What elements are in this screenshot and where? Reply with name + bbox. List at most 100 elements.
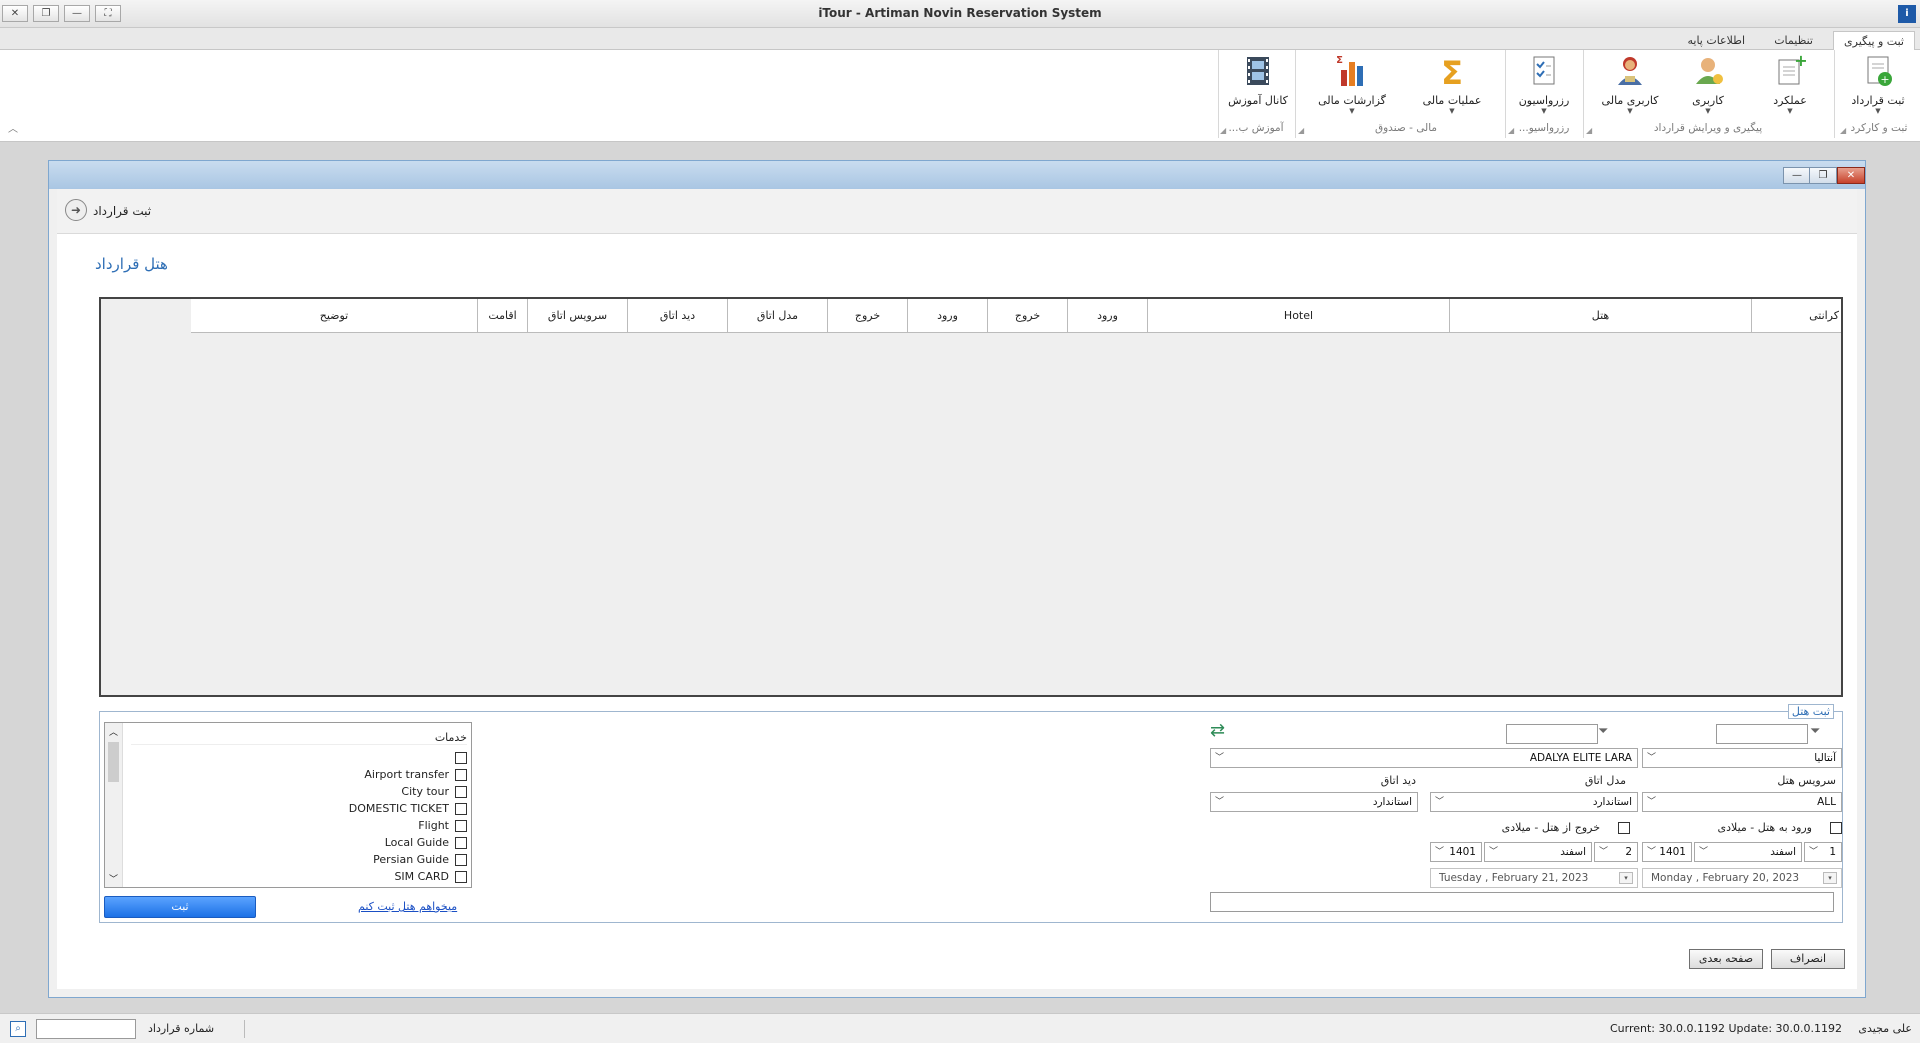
hotel-search-input[interactable]	[1506, 724, 1598, 744]
room-model-select[interactable]: استاندارد ﹀	[1430, 792, 1638, 812]
hotel-select[interactable]: ADALYA ELITE LARA ﹀	[1210, 748, 1638, 768]
service-item[interactable]: City tour	[401, 785, 467, 799]
financial-operations-button[interactable]: Σ عملیات مالی ▼	[1416, 54, 1488, 120]
collapse-ribbon-icon[interactable]: ︿	[8, 120, 18, 135]
description-input[interactable]	[1210, 892, 1834, 912]
services-header: خدمات	[131, 731, 467, 745]
hotels-grid[interactable]: توضیح اقامت سرویس اتاق دید اتاق مدل اتاق…	[99, 297, 1843, 697]
report-add-icon: +	[1773, 51, 1808, 88]
back-arrow-icon[interactable]: ➜	[65, 199, 87, 221]
financial-reports-button[interactable]: Σ گزارشات مالی ▼	[1316, 54, 1388, 120]
checkout-day-select[interactable]: 2 ﹀	[1594, 842, 1638, 862]
hotel-service-select[interactable]: ALL ﹀	[1642, 792, 1842, 812]
current-user: علی مجیدی	[1858, 1022, 1912, 1035]
filter-icon[interactable]: ⏷	[1598, 724, 1608, 739]
checkin-month-select[interactable]: اسفند ﹀	[1694, 842, 1802, 862]
checkin-day-select[interactable]: 1 ﹀	[1804, 842, 1842, 862]
checkout-month-select[interactable]: اسفند ﹀	[1484, 842, 1592, 862]
grid-corner	[101, 299, 191, 333]
col-room-view[interactable]: دید اتاق	[627, 299, 727, 333]
grid-header: توضیح اقامت سرویس اتاق دید اتاق مدل اتاق…	[191, 299, 1841, 333]
col-checkin[interactable]: ورود	[1067, 299, 1147, 333]
ribbon: + ثبت قرارداد ▼ ثبت و کارکرد ◢ + عملکرد ▼ …	[0, 50, 1920, 142]
app-logo-icon: i	[1898, 5, 1916, 23]
next-page-button[interactable]: صفحه بعدی	[1689, 949, 1763, 969]
service-item[interactable]	[449, 751, 467, 765]
col-stay[interactable]: اقامت	[477, 299, 527, 333]
hotel-entry-panel: ثبت هتل ⏷ ⏷ ⇄ آنتالیا ﹀ ADALYA ELITE LARA…	[99, 704, 1843, 923]
service-item[interactable]: SIM CARD	[394, 870, 467, 884]
form-header: ➜ ثبت قرارداد	[57, 189, 1857, 234]
refresh-icon[interactable]: ⇄	[1210, 720, 1225, 741]
document-add-icon: +	[1861, 54, 1895, 88]
mdi-minimize-icon[interactable]: —	[1783, 167, 1811, 184]
checkout-miladi-label: خروج از هتل - میلادی	[1501, 821, 1600, 834]
service-item[interactable]: DOMESTIC TICKET	[349, 802, 467, 816]
checkout-year-select[interactable]: 1401 ﹀	[1430, 842, 1482, 862]
checklist-icon	[1527, 54, 1561, 88]
user-icon	[1691, 54, 1725, 88]
col-hotel-en[interactable]: Hotel	[1147, 299, 1449, 333]
service-item[interactable]: Flight	[418, 819, 467, 833]
hotel-service-label: سرویس هتل	[1777, 774, 1836, 787]
service-item[interactable]: Persian Guide	[373, 853, 467, 867]
user-finance-icon	[1613, 54, 1647, 88]
checkout-date-picker[interactable]: Tuesday , February 21, 2023 ▾	[1430, 868, 1638, 888]
status-bar: ⌕ شماره قرارداد Current: 30.0.0.1192 Upd…	[0, 1013, 1920, 1043]
col-checkout-miladi[interactable]: خروج	[827, 299, 907, 333]
user-button[interactable]: کاربری ▼	[1672, 54, 1744, 120]
city-search-input[interactable]	[1716, 724, 1808, 744]
bar-chart-icon: Σ	[1335, 54, 1369, 88]
tab-settings[interactable]: تنظیمات	[1764, 31, 1823, 50]
service-item[interactable]: Local Guide	[385, 836, 467, 850]
services-list[interactable]: ︿ ﹀ خدمات Airport transfer City tour DOM…	[104, 722, 472, 888]
hotel-entry-legend: ثبت هتل	[1787, 704, 1834, 719]
contract-window-titlebar: — ❐ ✕	[49, 161, 1865, 189]
mdi-close-icon[interactable]: ✕	[1837, 167, 1865, 184]
cancel-button[interactable]: انصراف	[1771, 949, 1845, 969]
contract-search-icon[interactable]: ⌕	[10, 1021, 26, 1037]
filter-icon[interactable]: ⏷	[1810, 724, 1820, 739]
group-label-followup: پیگیری و ویرایش قرارداد	[1653, 122, 1763, 134]
col-checkout[interactable]: خروج	[987, 299, 1067, 333]
col-hotel[interactable]: هتل	[1449, 299, 1751, 333]
app-titlebar: ✕ ❐ — ⛶ iTour - Artiman Novin Reservatio…	[0, 0, 1920, 28]
svg-text:+: +	[1794, 54, 1807, 70]
want-hotel-link[interactable]: میخواهم هتل ثبت کنم	[358, 900, 457, 913]
window-title: iTour - Artiman Novin Reservation System	[818, 6, 1102, 20]
section-title: هتل قرارداد	[95, 255, 168, 273]
register-contract-button[interactable]: + ثبت قرارداد ▼	[1842, 54, 1914, 120]
checkin-date-picker[interactable]: Monday , February 20, 2023 ▾	[1642, 868, 1842, 888]
tab-register-followup[interactable]: ثبت و پیگیری	[1833, 31, 1915, 51]
svg-text:+: +	[1880, 73, 1889, 86]
reservation-button[interactable]: رزرواسیون ▼	[1508, 54, 1580, 120]
checkout-miladi-checkbox[interactable]	[1618, 822, 1630, 834]
checkin-miladi-checkbox[interactable]	[1830, 822, 1842, 834]
training-channel-button[interactable]: کانال آموزش	[1222, 54, 1294, 120]
col-checkin-miladi[interactable]: ورود	[907, 299, 987, 333]
page-title: ثبت قرارداد	[93, 204, 152, 218]
contract-content: ➜ ثبت قرارداد هتل قرارداد توضیح اقامت سر…	[57, 189, 1857, 989]
performance-button[interactable]: + عملکرد ▼	[1754, 51, 1826, 120]
mdi-restore-icon[interactable]: ❐	[1809, 167, 1837, 184]
room-model-label: مدل اتاق	[1584, 774, 1626, 787]
room-view-label: دید اتاق	[1380, 774, 1416, 787]
group-label-reservation: رزرواسیو...	[1518, 122, 1570, 134]
film-icon	[1241, 54, 1275, 88]
contract-number-input[interactable]	[36, 1019, 136, 1039]
version-info: Current: 30.0.0.1192 Update: 30.0.0.1192	[1609, 1022, 1842, 1035]
col-room-model[interactable]: مدل اتاق	[727, 299, 827, 333]
svg-text:Σ: Σ	[1336, 55, 1343, 66]
room-view-select[interactable]: استاندارد ﹀	[1210, 792, 1418, 812]
tab-base-info[interactable]: اطلاعات پایه	[1677, 31, 1755, 50]
finance-user-button[interactable]: کاربری مالی ▼	[1594, 54, 1666, 120]
col-room-service[interactable]: سرویس اتاق	[527, 299, 627, 333]
checkin-year-select[interactable]: 1401 ﹀	[1642, 842, 1692, 862]
checkin-miladi-label: ورود به هتل - میلادی	[1717, 821, 1812, 834]
col-description[interactable]: توضیح	[191, 299, 477, 333]
service-item[interactable]: Airport transfer	[364, 768, 467, 782]
submit-hotel-button[interactable]: ثبت	[104, 896, 256, 918]
col-guarantee[interactable]: کرانتی	[1751, 299, 1841, 333]
city-select[interactable]: آنتالیا ﹀	[1642, 748, 1842, 768]
services-scrollbar[interactable]: ︿ ﹀	[105, 723, 123, 887]
